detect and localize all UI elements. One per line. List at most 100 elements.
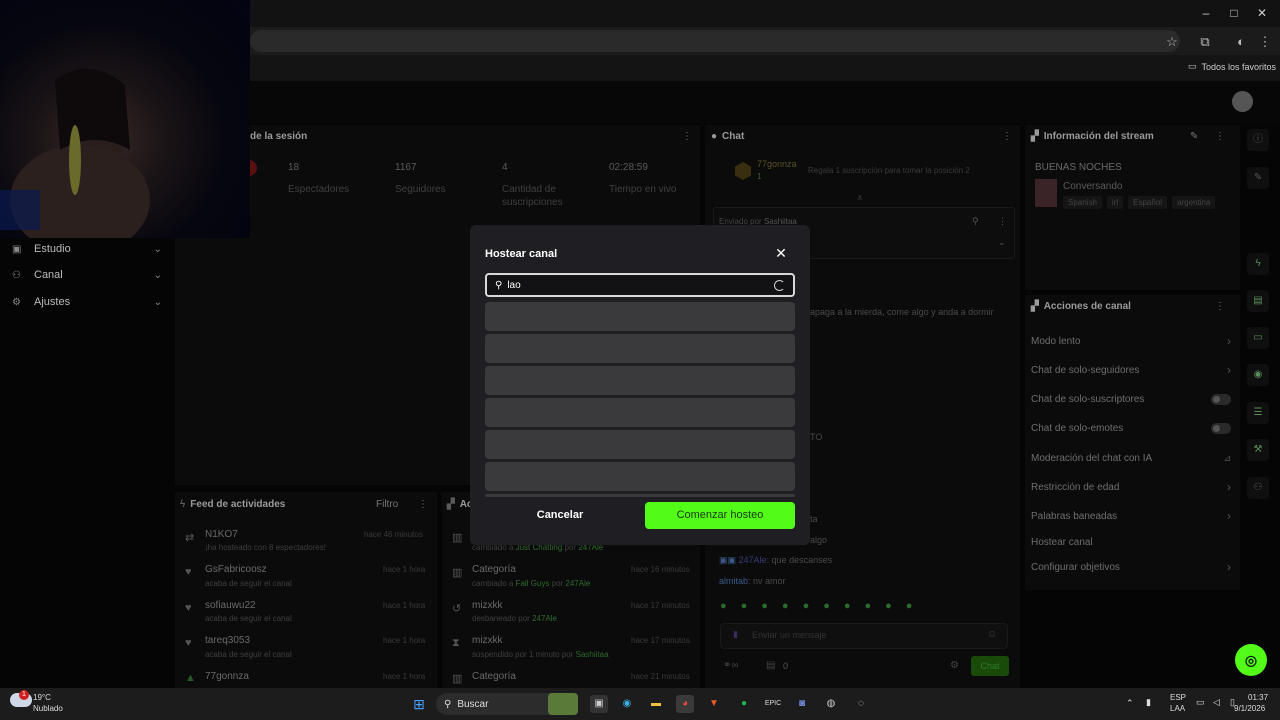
maximize-button[interactable]: □	[1224, 5, 1244, 21]
users-icon[interactable]: ⚇	[1247, 477, 1269, 499]
chat-username[interactable]: 247Ale	[739, 555, 767, 565]
action-followers-only[interactable]: Chat de solo-seguidores ›	[1031, 362, 1231, 378]
channel-search-field[interactable]: ⚲	[485, 273, 795, 297]
user-avatar[interactable]	[1232, 91, 1253, 112]
action-ai-moderation[interactable]: Moderación del chat con IA ⊿	[1031, 450, 1231, 466]
pin-icon[interactable]: ⚲	[972, 216, 979, 227]
emotes-only-toggle[interactable]	[1211, 422, 1231, 434]
windows-start-icon[interactable]: ⊞	[410, 695, 428, 713]
collapse-icon[interactable]: ⩡	[857, 193, 863, 204]
menu-kebab-icon[interactable]: ⋮	[1256, 34, 1274, 50]
broadcast-icon[interactable]: ◉	[1247, 364, 1269, 386]
feed-item-sub: acaba de seguir el canal	[205, 650, 292, 659]
all-bookmarks-button[interactable]: ▭ Todos los favoritos	[1188, 61, 1276, 72]
mod-log-sub-highlight[interactable]: Fall Guys	[516, 579, 550, 588]
file-explorer-icon[interactable]: ▬	[647, 695, 665, 713]
subscribers-only-toggle[interactable]	[1211, 393, 1231, 405]
kebab-icon[interactable]: ⋮	[1002, 131, 1012, 142]
bookmark-star-icon[interactable]: ☆	[1163, 34, 1181, 50]
mod-log-item-name[interactable]: mizxkk	[472, 635, 503, 646]
action-slow-mode[interactable]: Modo lento ›	[1031, 333, 1231, 349]
feed-filter-button[interactable]: Filtro	[376, 499, 398, 510]
spotify-icon[interactable]: ●	[735, 695, 753, 713]
weather-temp[interactable]: 19°C	[33, 693, 51, 702]
support-button[interactable]: ◎	[1235, 644, 1267, 676]
task-view-icon[interactable]: ▣	[590, 695, 608, 713]
start-host-button[interactable]: Comenzar hosteo	[645, 502, 795, 529]
search-result-placeholder	[485, 494, 795, 497]
close-window-button[interactable]: ✕	[1252, 5, 1272, 21]
address-bar[interactable]	[250, 30, 1180, 52]
widget-thumbnail[interactable]	[548, 693, 578, 715]
search-result-placeholder[interactable]	[485, 366, 795, 395]
chat-send-button[interactable]: Chat	[971, 656, 1009, 676]
weather-desc[interactable]: Nublado	[33, 704, 63, 713]
emoji-icon[interactable]: ☺	[987, 629, 997, 640]
mod-log-sub-user[interactable]: 247Ale	[532, 614, 557, 623]
feed-item-name[interactable]: sofiauwu22	[205, 600, 256, 611]
search-result-placeholder[interactable]	[485, 462, 795, 491]
feed-item-name[interactable]: N1KO7	[205, 529, 238, 540]
kebab-icon[interactable]: ⋮	[1215, 301, 1225, 312]
feed-item-name[interactable]: 77gonnza	[205, 671, 249, 682]
search-result-placeholder[interactable]	[485, 398, 795, 427]
edge-icon[interactable]: ◉	[618, 695, 636, 713]
brave-icon[interactable]: ▼	[705, 695, 723, 713]
monitor-icon: ▣	[12, 243, 22, 255]
kebab-icon[interactable]: ⋮	[998, 216, 1007, 227]
kebab-icon[interactable]: ⋮	[1215, 131, 1225, 142]
info-icon[interactable]: ⓘ	[1247, 129, 1269, 151]
profile-icon[interactable]: ◐	[1232, 34, 1250, 50]
feed-item-name[interactable]: GsFabricoosz	[205, 564, 267, 575]
edit-icon[interactable]: ✎	[1190, 131, 1198, 142]
steam-icon[interactable]: ◍	[822, 695, 840, 713]
close-icon[interactable]: ✕	[773, 245, 789, 261]
chat-icon[interactable]: ▭	[1247, 327, 1269, 349]
action-banned-words[interactable]: Palabras baneadas ›	[1031, 508, 1231, 524]
language-indicator[interactable]: ESP	[1170, 693, 1186, 702]
obs-icon[interactable]: ◌	[852, 695, 870, 713]
kebab-icon[interactable]: ⋮	[418, 499, 428, 510]
keyboard-layout[interactable]: LAA	[1170, 704, 1185, 713]
share-icon[interactable]: ⚭∞	[723, 660, 739, 671]
epic-games-icon[interactable]: EPIC	[764, 695, 782, 713]
extensions-icon[interactable]: ⧉	[1196, 34, 1214, 50]
feed-item-name[interactable]: tareq3053	[205, 635, 250, 646]
clipboard-icon[interactable]: ▤	[1247, 290, 1269, 312]
sidebar-item-canal[interactable]: ⚇ Canal ⌄	[12, 265, 162, 285]
channel-search-input[interactable]	[507, 279, 774, 291]
microphone-icon[interactable]: ▮	[1146, 697, 1151, 708]
search-result-placeholder[interactable]	[485, 334, 795, 363]
stat-value: 1167	[395, 162, 417, 173]
minimize-button[interactable]: –	[1196, 5, 1216, 21]
action-host-channel[interactable]: Hostear canal	[1031, 534, 1231, 550]
list-icon[interactable]: ☰	[1247, 402, 1269, 424]
search-result-placeholder[interactable]	[485, 302, 795, 331]
display-icon[interactable]: ▭	[1196, 697, 1205, 708]
mod-log-sub-user[interactable]: Sashiitaa	[576, 650, 609, 659]
clock-time[interactable]: 01:37	[1248, 693, 1268, 702]
wrench-icon[interactable]: ⚒	[1247, 439, 1269, 461]
action-set-goals[interactable]: Configurar objetivos ›	[1031, 559, 1231, 575]
settings-icon[interactable]: ⚙	[950, 660, 959, 671]
volume-icon[interactable]: ◁	[1213, 697, 1220, 708]
emote-bar[interactable]: ●●●●●●●●●●	[720, 600, 1010, 616]
sidebar-item-ajustes[interactable]: ⚙ Ajustes ⌄	[12, 292, 162, 312]
lightning-icon[interactable]: ϟ	[1247, 253, 1269, 275]
action-age-restriction[interactable]: Restricción de edad ›	[1031, 479, 1231, 495]
cancel-button[interactable]: Cancelar	[485, 502, 635, 529]
mod-log-sub-user[interactable]: 247Ale	[565, 579, 590, 588]
discord-icon[interactable]: ◙	[793, 695, 811, 713]
microphone-icon[interactable]: ▮	[733, 629, 738, 640]
kebab-icon[interactable]: ⋮	[682, 131, 692, 142]
chrome-icon[interactable]: ◕	[676, 695, 694, 713]
action-label: Chat de solo-emotes	[1031, 422, 1124, 434]
search-result-placeholder[interactable]	[485, 430, 795, 459]
edit-icon[interactable]: ✎	[1247, 167, 1269, 189]
chat-username[interactable]: almitab	[719, 576, 748, 586]
clock-date[interactable]: 9/1/2026	[1234, 704, 1265, 713]
sidebar-item-estudio[interactable]: ▣ Estudio ⌄	[12, 239, 162, 259]
mod-log-item-name[interactable]: mizxkk	[472, 600, 503, 611]
chevron-down-icon[interactable]: ⌄	[998, 237, 1006, 248]
chevron-up-icon[interactable]: ⌃	[1126, 698, 1134, 709]
